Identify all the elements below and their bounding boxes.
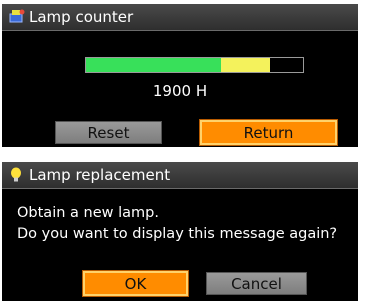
lamp-usage-green-segment [86, 58, 221, 72]
lamp-usage-bar [85, 57, 304, 73]
lamp-counter-icon [8, 8, 26, 26]
lamp-replacement-message: Obtain a new lamp. Do you want to displa… [17, 203, 337, 245]
lightbulb-icon [8, 166, 26, 184]
lamp-replacement-dialog: Lamp replacement Obtain a new lamp. Do y… [2, 162, 358, 301]
lamp-replacement-titlebar: Lamp replacement [2, 162, 358, 189]
lamp-counter-titlebar: Lamp counter [2, 4, 358, 31]
lamp-usage-yellow-segment [220, 58, 271, 72]
ok-button[interactable]: OK [82, 270, 189, 297]
cancel-button[interactable]: Cancel [206, 272, 307, 295]
lamp-counter-dialog: Lamp counter 1900 H Reset Return [2, 4, 358, 147]
lamp-hours-readout: 1900 H [152, 82, 208, 100]
reset-button[interactable]: Reset [55, 121, 162, 144]
lamp-replacement-title: Lamp replacement [29, 166, 171, 184]
return-button[interactable]: Return [199, 119, 338, 146]
lamp-counter-title: Lamp counter [29, 8, 134, 26]
message-line-2: Do you want to display this message agai… [17, 226, 338, 242]
message-line-1: Obtain a new lamp. [17, 205, 159, 221]
